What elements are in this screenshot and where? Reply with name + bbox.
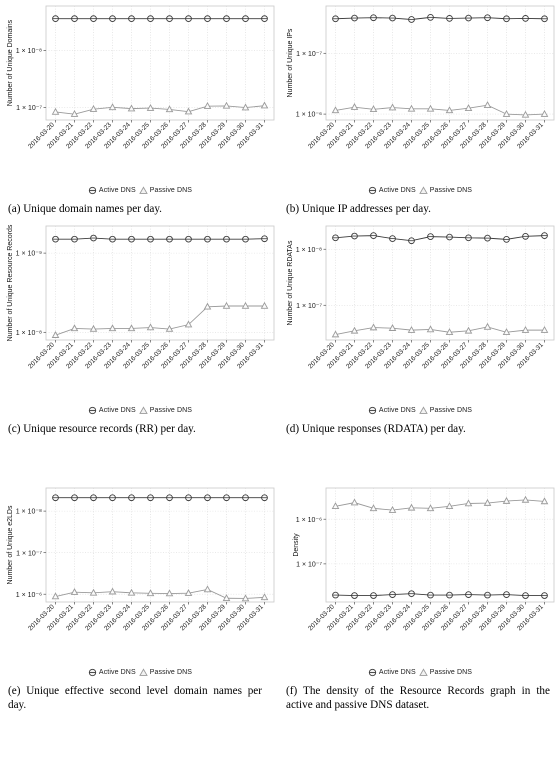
svg-text:Number of Unique RDATAs: Number of Unique RDATAs	[287, 240, 294, 325]
caption-b: (b) Unique IP addresses per day.	[286, 203, 431, 215]
svg-text:1 × 10⁻⁸: 1 × 10⁻⁸	[296, 247, 322, 254]
legend-label-active-dns: Active DNS	[378, 668, 416, 676]
chart-d-canvas: 1 × 10⁻⁸1 × 10⁻⁷Number of Unique RDATAs2…	[287, 225, 555, 370]
legend-item-passive-dns: Passive DNS	[418, 667, 473, 677]
legend-label-passive-dns: Passive DNS	[149, 186, 193, 194]
legend-item-passive-dns: Passive DNS	[138, 667, 193, 677]
legend-label-active-dns: Active DNS	[98, 668, 136, 676]
triangle-marker-icon	[138, 667, 148, 676]
panel-d: 1 × 10⁻⁸ 1 × 10⁻⁷ Number of Unique RDATAs 2…	[280, 220, 560, 482]
circle-marker-icon	[88, 406, 97, 414]
legend-item-active-dns: Active DNS	[368, 406, 416, 415]
triangle-marker-icon	[138, 405, 148, 414]
legend-f: Active DNS Passive DNS	[280, 665, 560, 679]
svg-text:1 × 10⁻⁷: 1 × 10⁻⁷	[296, 561, 322, 568]
svg-text:1 × 10⁻⁷: 1 × 10⁻⁷	[16, 550, 42, 557]
svg-text:1 × 10⁻⁶: 1 × 10⁻⁶	[296, 112, 322, 119]
svg-text:1 × 10⁻⁹: 1 × 10⁻⁹	[16, 251, 42, 258]
svg-text:1 × 10⁻⁷: 1 × 10⁻⁷	[296, 51, 322, 58]
legend-d: Active DNS Passive DNS	[280, 403, 560, 417]
legend-item-active-dns: Active DNS	[88, 186, 136, 195]
chart-b: 1 × 10⁻⁷ 1 × 10⁻⁶ Number of Unique IPs 2016…	[280, 0, 560, 182]
triangle-marker-icon	[138, 185, 148, 194]
panel-e: 1 × 10⁻⁸ 1 × 10⁻⁷ 1 × 10⁻⁶ Number of Unique…	[0, 482, 280, 747]
chart-d: 1 × 10⁻⁸ 1 × 10⁻⁷ Number of Unique RDATAs 2…	[280, 220, 560, 402]
legend-label-passive-dns: Passive DNS	[429, 406, 473, 414]
caption-d: (d) Unique responses (RDATA) per day.	[286, 423, 466, 435]
panel-a: 1 × 10⁻⁸ 1 × 10⁻⁷ Number of Unique Domains…	[0, 0, 280, 220]
svg-text:1 × 10⁻⁶: 1 × 10⁻⁶	[296, 517, 322, 524]
legend-a: Active DNS Passive DNS	[0, 183, 280, 197]
triangle-marker-icon	[418, 185, 428, 194]
chart-e: 1 × 10⁻⁸ 1 × 10⁻⁷ 1 × 10⁻⁶ Number of Unique…	[0, 482, 280, 664]
triangle-marker-icon	[418, 667, 428, 676]
legend-label-passive-dns: Passive DNS	[149, 668, 193, 676]
circle-marker-icon	[368, 668, 377, 676]
panel-c: 1 × 10⁻⁹ 1 × 10⁻⁸ Number of Unique Resourc…	[0, 220, 280, 482]
panel-f: 1 × 10⁻⁶ 1 × 10⁻⁷ Density 2016-03-20 2016-03…	[280, 482, 560, 747]
legend-item-passive-dns: Passive DNS	[138, 185, 193, 195]
chart-e-canvas: 1 × 10⁻⁸ 1 × 10⁻⁷ 1 × 10⁻⁶ Number of Unique…	[7, 487, 275, 632]
svg-text:Density: Density	[293, 533, 300, 557]
caption-c: (c) Unique resource records (RR) per day…	[8, 423, 196, 435]
legend-item-active-dns: Active DNS	[368, 668, 416, 677]
circle-marker-icon	[88, 668, 97, 676]
legend-item-active-dns: Active DNS	[88, 668, 136, 677]
chart-a-canvas: 1 × 10⁻⁸ 1 × 10⁻⁷Number of Unique Domains…	[7, 5, 275, 150]
legend-item-active-dns: Active DNS	[368, 186, 416, 195]
svg-text:Number of Unique Resource Reco: Number of Unique Resource Records	[7, 224, 14, 341]
chart-f-canvas: 1 × 10⁻⁶1 × 10⁻⁷Density2016-03-202016-03…	[293, 487, 555, 632]
svg-text:1 × 10⁻⁸: 1 × 10⁻⁸	[16, 48, 42, 55]
figure-row-1: 1 × 10⁻⁸ 1 × 10⁻⁷ Number of Unique Domains…	[0, 0, 560, 220]
legend-item-passive-dns: Passive DNS	[138, 405, 193, 415]
legend-label-passive-dns: Passive DNS	[429, 668, 473, 676]
legend-b: Active DNS Passive DNS	[280, 183, 560, 197]
svg-text:Number of Unique Domains: Number of Unique Domains	[7, 19, 14, 106]
dns-statistics-figure: 1 × 10⁻⁸ 1 × 10⁻⁷ Number of Unique Domains…	[0, 0, 560, 770]
legend-label-passive-dns: Passive DNS	[149, 406, 193, 414]
caption-a: (a) Unique domain names per day.	[8, 203, 162, 215]
svg-text:1 × 10⁻⁷: 1 × 10⁻⁷	[16, 105, 42, 112]
svg-text:1 × 10⁻⁷: 1 × 10⁻⁷	[296, 303, 322, 310]
chart-a: 1 × 10⁻⁸ 1 × 10⁻⁷ Number of Unique Domains…	[0, 0, 280, 182]
legend-label-active-dns: Active DNS	[378, 186, 416, 194]
legend-item-active-dns: Active DNS	[88, 406, 136, 415]
chart-c: 1 × 10⁻⁹ 1 × 10⁻⁸ Number of Unique Resourc…	[0, 220, 280, 402]
figure-row-3: 1 × 10⁻⁸ 1 × 10⁻⁷ 1 × 10⁻⁶ Number of Unique…	[0, 482, 560, 747]
circle-marker-icon	[368, 406, 377, 414]
svg-text:Number of Unique e2LDs: Number of Unique e2LDs	[7, 505, 14, 584]
triangle-marker-icon	[418, 405, 428, 414]
svg-text:1 × 10⁻⁸: 1 × 10⁻⁸	[16, 330, 42, 337]
legend-label-active-dns: Active DNS	[98, 186, 136, 194]
svg-text:1 × 10⁻⁸: 1 × 10⁻⁸	[16, 509, 42, 516]
caption-e: (e) Unique effective second level domain…	[8, 685, 262, 712]
legend-label-passive-dns: Passive DNS	[429, 186, 473, 194]
circle-marker-icon	[88, 186, 97, 194]
panel-b: 1 × 10⁻⁷ 1 × 10⁻⁶ Number of Unique IPs 2016…	[280, 0, 560, 220]
chart-f: 1 × 10⁻⁶ 1 × 10⁻⁷ Density 2016-03-20 2016-03…	[280, 482, 560, 664]
caption-f: (f) The density of the Resource Records …	[286, 685, 550, 712]
legend-e: Active DNS Passive DNS	[0, 665, 280, 679]
legend-item-passive-dns: Passive DNS	[418, 405, 473, 415]
legend-label-active-dns: Active DNS	[98, 406, 136, 414]
chart-b-canvas: 1 × 10⁻⁷1 × 10⁻⁶Number of Unique IPs2016…	[287, 5, 555, 150]
legend-c: Active DNS Passive DNS	[0, 403, 280, 417]
svg-text:1 × 10⁻⁶: 1 × 10⁻⁶	[16, 592, 42, 599]
figure-row-2: 1 × 10⁻⁹ 1 × 10⁻⁸ Number of Unique Resourc…	[0, 220, 560, 482]
circle-marker-icon	[368, 186, 377, 194]
legend-item-passive-dns: Passive DNS	[418, 185, 473, 195]
svg-text:Number of Unique IPs: Number of Unique IPs	[287, 28, 294, 97]
legend-label-active-dns: Active DNS	[378, 406, 416, 414]
chart-c-canvas: 1 × 10⁻⁹ 1 × 10⁻⁸Number of Unique Resourc…	[7, 224, 275, 370]
